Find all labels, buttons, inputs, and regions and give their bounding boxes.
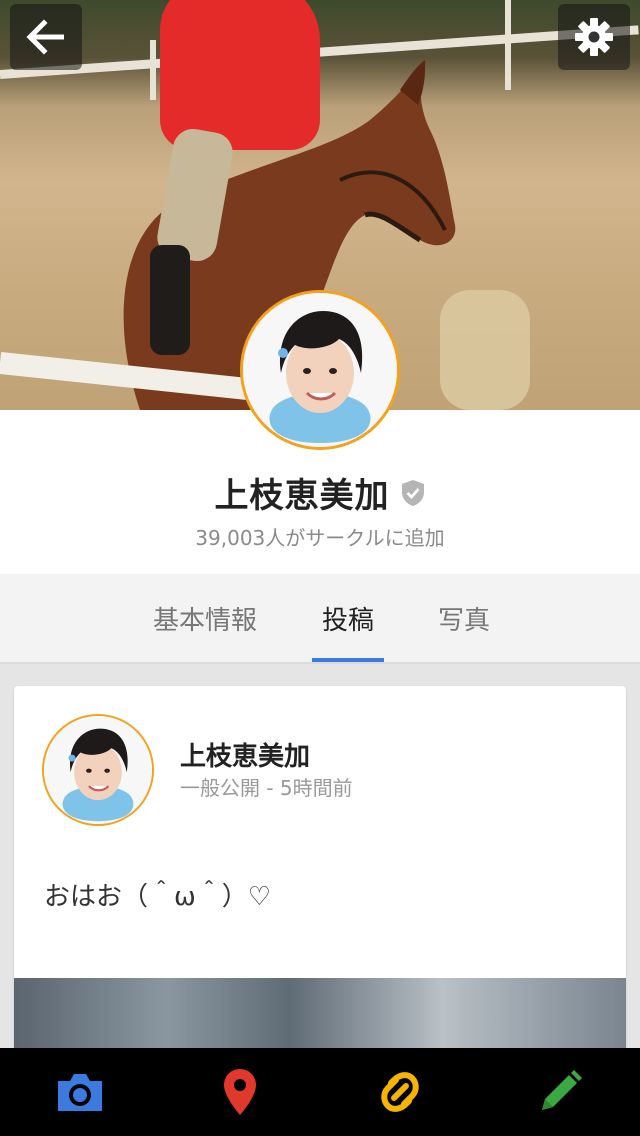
profile-avatar[interactable] xyxy=(240,290,400,450)
post-meta: 一般公開 - 5時間前 xyxy=(180,776,353,800)
link-icon xyxy=(381,1072,419,1112)
pencil-icon xyxy=(542,1070,582,1110)
back-button[interactable] xyxy=(10,4,82,70)
tab-posts[interactable]: 投稿 xyxy=(308,574,388,662)
gear-icon xyxy=(575,18,613,56)
camera-button[interactable] xyxy=(40,1060,120,1124)
active-tab-indicator xyxy=(312,658,384,662)
post-author-avatar[interactable] xyxy=(42,714,154,826)
post-card[interactable]: 上枝恵美加 一般公開 - 5時間前 おはお（＾ω＾）♡ xyxy=(14,686,626,1066)
bottom-action-bar xyxy=(0,1048,640,1136)
settings-button[interactable] xyxy=(558,4,630,70)
write-post-button[interactable] xyxy=(520,1060,600,1124)
profile-name: 上枝恵美加 xyxy=(214,476,390,516)
avatar-portrait xyxy=(44,716,152,824)
post-author-name[interactable]: 上枝恵美加 xyxy=(180,736,310,773)
map-pin-icon xyxy=(224,1069,256,1115)
rider xyxy=(160,0,320,150)
avatar-portrait xyxy=(243,293,397,447)
profile-name-row: 上枝恵美加 xyxy=(0,468,640,517)
tab-info[interactable]: 基本情報 xyxy=(138,574,272,662)
back-arrow-icon xyxy=(26,19,64,55)
link-button[interactable] xyxy=(360,1060,440,1124)
location-button[interactable] xyxy=(200,1060,280,1124)
followers-count: 39,003人がサークルに追加 xyxy=(195,526,445,550)
fence-post xyxy=(505,0,511,90)
profile-tabs: 基本情報 投稿 写真 xyxy=(0,574,640,664)
verified-shield-icon xyxy=(401,479,424,506)
rider-boot xyxy=(150,245,190,355)
post-text: おはお（＾ω＾）♡ xyxy=(44,882,272,912)
camera-icon xyxy=(58,1074,102,1111)
tab-photos[interactable]: 写真 xyxy=(424,574,504,662)
